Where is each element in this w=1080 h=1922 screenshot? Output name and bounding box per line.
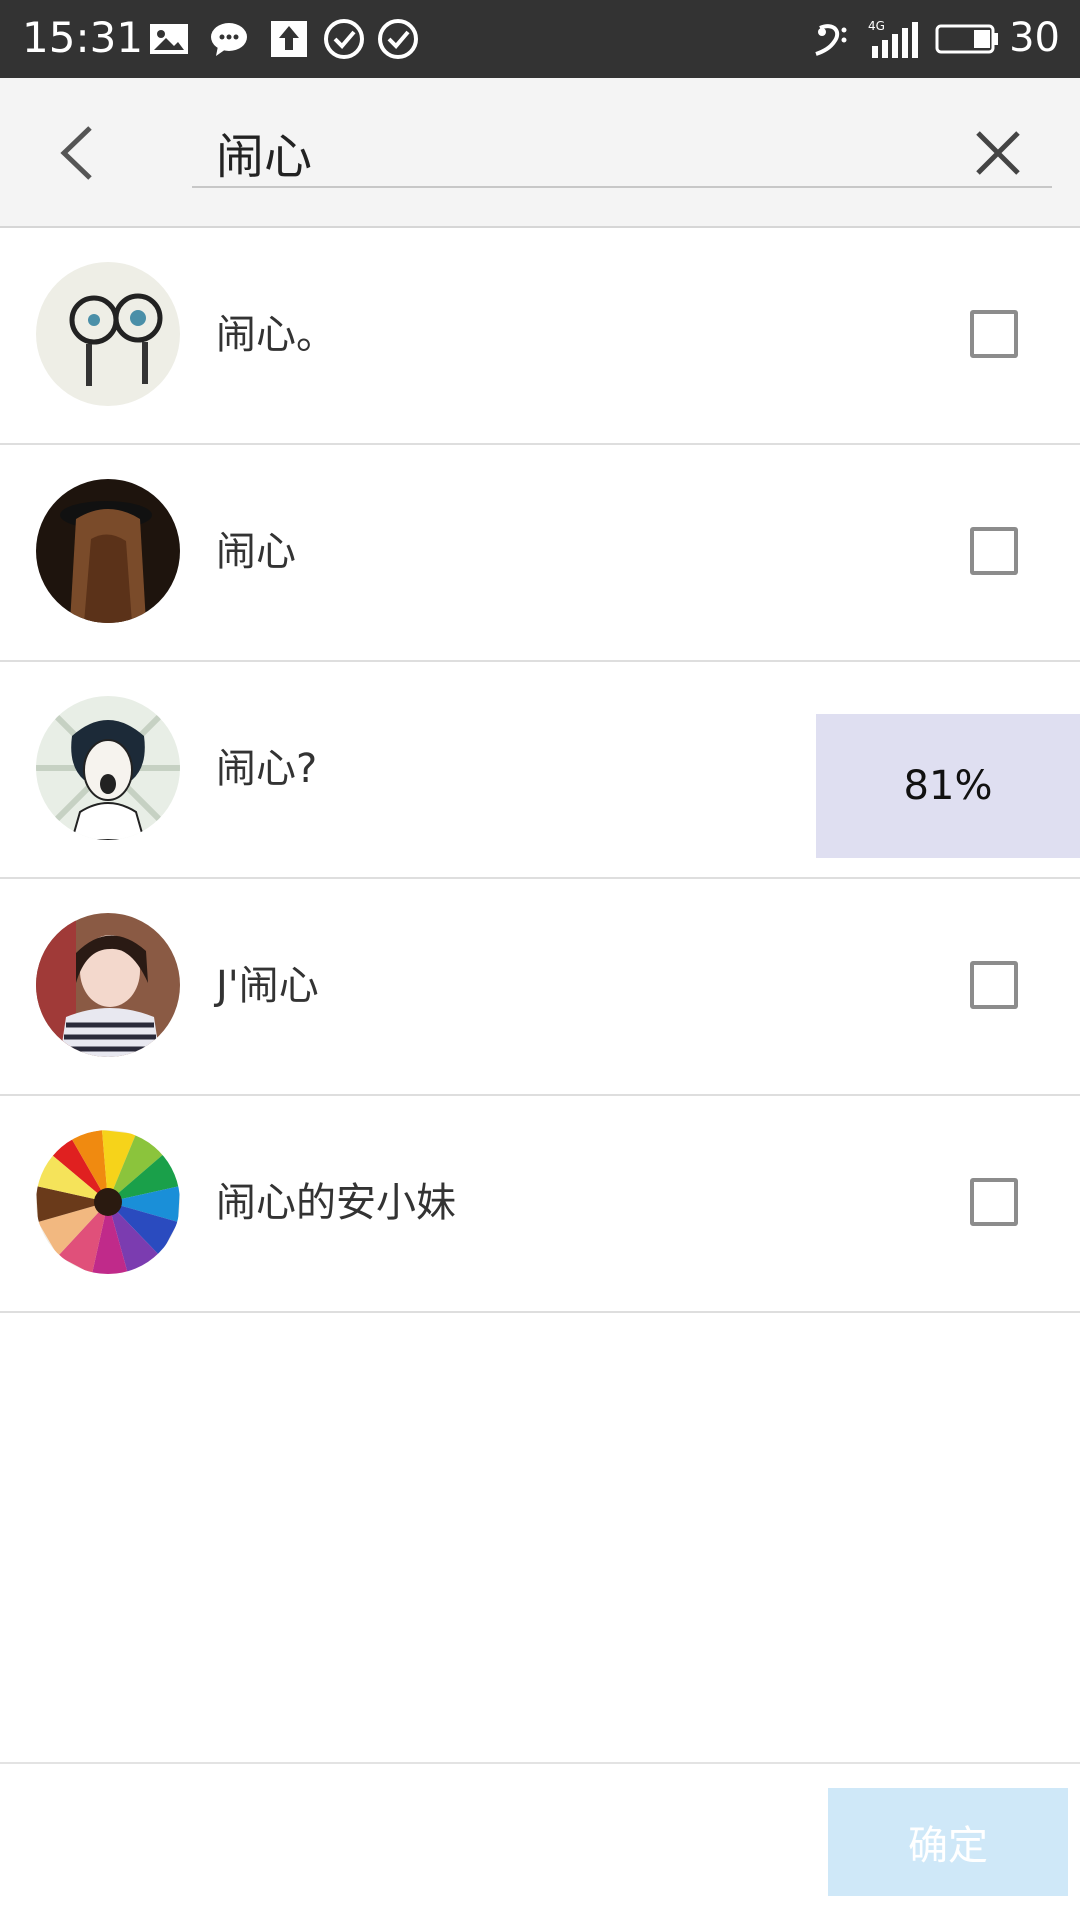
list-item[interactable]: 闹心。 xyxy=(0,228,1080,445)
list-item[interactable]: J'闹心 xyxy=(0,879,1080,1096)
check-circle-icon xyxy=(324,19,364,59)
avatar xyxy=(36,479,180,623)
status-bar: 15:31 4G 30 xyxy=(0,0,1080,78)
status-time: 15:31 xyxy=(22,13,144,62)
avatar xyxy=(36,1130,180,1274)
contact-name: J'闹心 xyxy=(216,963,319,1009)
contact-name: 闹心的安小妹 xyxy=(216,1180,456,1226)
image-icon xyxy=(150,24,188,54)
battery-level: 30 xyxy=(1009,15,1060,61)
confirm-button[interactable]: 确定 xyxy=(828,1788,1068,1896)
select-checkbox[interactable] xyxy=(970,1178,1018,1226)
back-arrow-icon[interactable] xyxy=(50,118,110,188)
check-circle-icon xyxy=(378,19,418,59)
search-input[interactable] xyxy=(192,118,1052,188)
music-clef-icon xyxy=(815,24,847,56)
contact-name: 闹心 xyxy=(216,529,296,575)
battery-icon xyxy=(935,24,998,54)
progress-percent: 81% xyxy=(903,763,993,809)
select-checkbox[interactable] xyxy=(970,961,1018,1009)
footer-bar: 确定 xyxy=(0,1762,1080,1922)
close-icon[interactable] xyxy=(968,123,1028,183)
contact-name: 闹心? xyxy=(216,746,318,792)
wechat-icon xyxy=(211,23,247,56)
select-checkbox[interactable] xyxy=(970,310,1018,358)
select-checkbox[interactable] xyxy=(970,527,1018,575)
avatar xyxy=(36,696,180,840)
svg-text:4G: 4G xyxy=(868,19,885,33)
search-header xyxy=(0,78,1080,228)
avatar xyxy=(36,913,180,1057)
progress-toast: 81% xyxy=(816,714,1080,858)
contact-name: 闹心。 xyxy=(216,312,336,358)
avatar xyxy=(36,262,180,406)
upload-icon xyxy=(271,21,307,57)
signal-4g-icon: 4G xyxy=(868,19,918,58)
list-item[interactable]: 闹心 xyxy=(0,445,1080,662)
list-item[interactable]: 闹心的安小妹 xyxy=(0,1096,1080,1313)
